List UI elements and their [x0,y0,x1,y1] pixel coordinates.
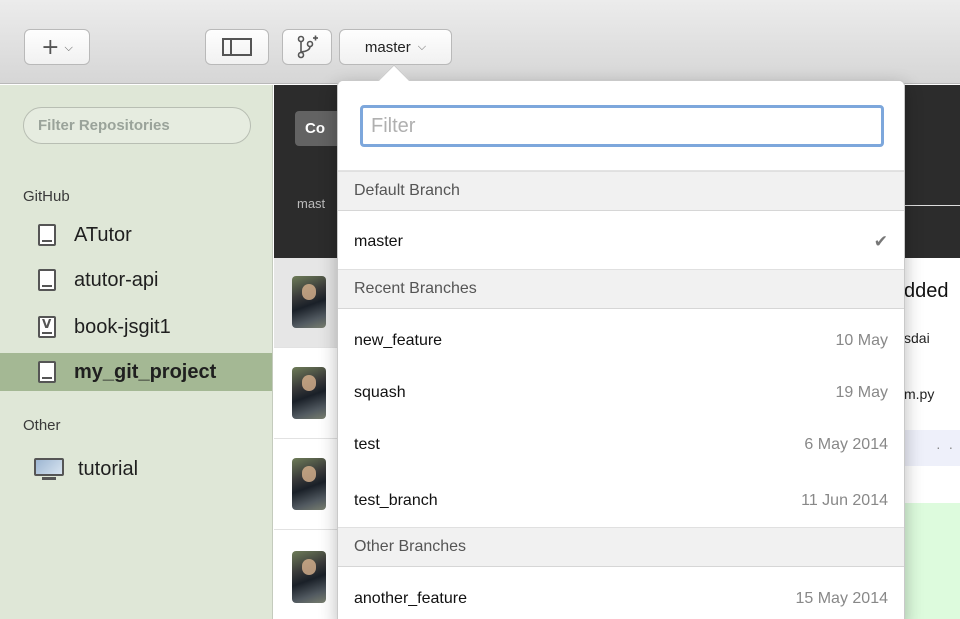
current-branch-label: mast [297,196,326,211]
avatar [292,458,326,510]
branch-name: master [354,232,403,250]
branch-filter-area [338,81,904,171]
chevron-down-icon: ⌵ [64,41,73,54]
add-repository-button[interactable]: + ⌵ [24,29,90,65]
commit-row[interactable] [274,349,338,439]
changed-file-name[interactable]: m.py [904,386,934,402]
avatar [292,367,326,419]
branch-filter-input[interactable] [360,105,884,147]
filter-repositories-input[interactable]: Filter Repositories [23,107,251,144]
commit-row[interactable] [274,440,338,530]
branch-item-test[interactable]: test 6 May 2014 [338,422,904,467]
checkmark-icon: ✔ [873,231,888,252]
diff-hunk-header: · · [904,430,960,466]
branch-name: squash [354,383,406,401]
plus-icon: + [41,34,60,60]
commit-row[interactable] [274,258,338,348]
section-default-branch: Default Branch [338,171,904,211]
branch-date: 10 May [835,331,888,349]
create-branch-button[interactable] [282,29,332,65]
sidebar-icon [222,38,252,56]
toggle-sidebar-button[interactable] [205,29,269,65]
computer-icon [34,458,64,480]
filter-repositories-placeholder: Filter Repositories [38,117,170,134]
repository-icon [38,361,56,383]
avatar [292,276,326,328]
repo-item-atutor[interactable]: ATutor [0,216,272,254]
repo-item-tutorial[interactable]: tutorial [0,450,272,488]
commit-title: dded [904,280,949,302]
branch-plus-icon [297,35,318,59]
section-other-branches: Other Branches [338,527,904,567]
branch-item-squash[interactable]: squash 19 May [338,370,904,415]
repo-name: ATutor [74,223,132,246]
commit-row[interactable] [274,531,338,619]
branch-date: 15 May 2014 [795,589,888,607]
branch-name: another_feature [354,589,467,607]
branch-item-test-branch[interactable]: test_branch 11 Jun 2014 [338,478,904,523]
repo-item-my-git-project[interactable]: my_git_project [0,353,272,391]
section-github: GitHub [23,188,70,205]
chevron-down-icon: ⌵ [417,40,427,53]
diff-added-lines [904,503,960,619]
divider [904,205,960,206]
section-other: Other [23,417,61,434]
repo-name: my_git_project [74,360,217,383]
repo-item-atutor-api[interactable]: atutor-api [0,261,272,299]
toolbar [0,0,960,84]
branch-item-master[interactable]: master ✔ [338,219,904,264]
branch-menu: Default Branch master ✔ Recent Branches … [337,80,905,619]
repository-icon [38,316,56,338]
branch-selector-button[interactable]: master ⌵ [339,29,452,65]
repo-item-book-jsgit1[interactable]: book-jsgit1 [0,308,272,346]
branch-name: test [354,435,380,453]
avatar [292,551,326,603]
branch-selector-label: master [364,38,411,56]
branch-name: test_branch [354,491,438,509]
branch-date: 6 May 2014 [804,435,888,453]
repo-name: atutor-api [74,268,159,291]
branch-date: 11 Jun 2014 [801,491,888,509]
branch-item-another-feature[interactable]: another_feature 15 May 2014 [338,576,904,619]
repository-icon [38,224,56,246]
repo-name: tutorial [78,457,139,480]
branch-name: new_feature [354,331,443,349]
section-recent-branches: Recent Branches [338,269,904,309]
commit-author: sdai [904,330,930,346]
branch-date: 19 May [835,383,888,401]
branch-item-new-feature[interactable]: new_feature 10 May [338,318,904,363]
repo-name: book-jsgit1 [74,315,171,338]
repository-sidebar [0,85,273,619]
repository-icon [38,269,56,291]
